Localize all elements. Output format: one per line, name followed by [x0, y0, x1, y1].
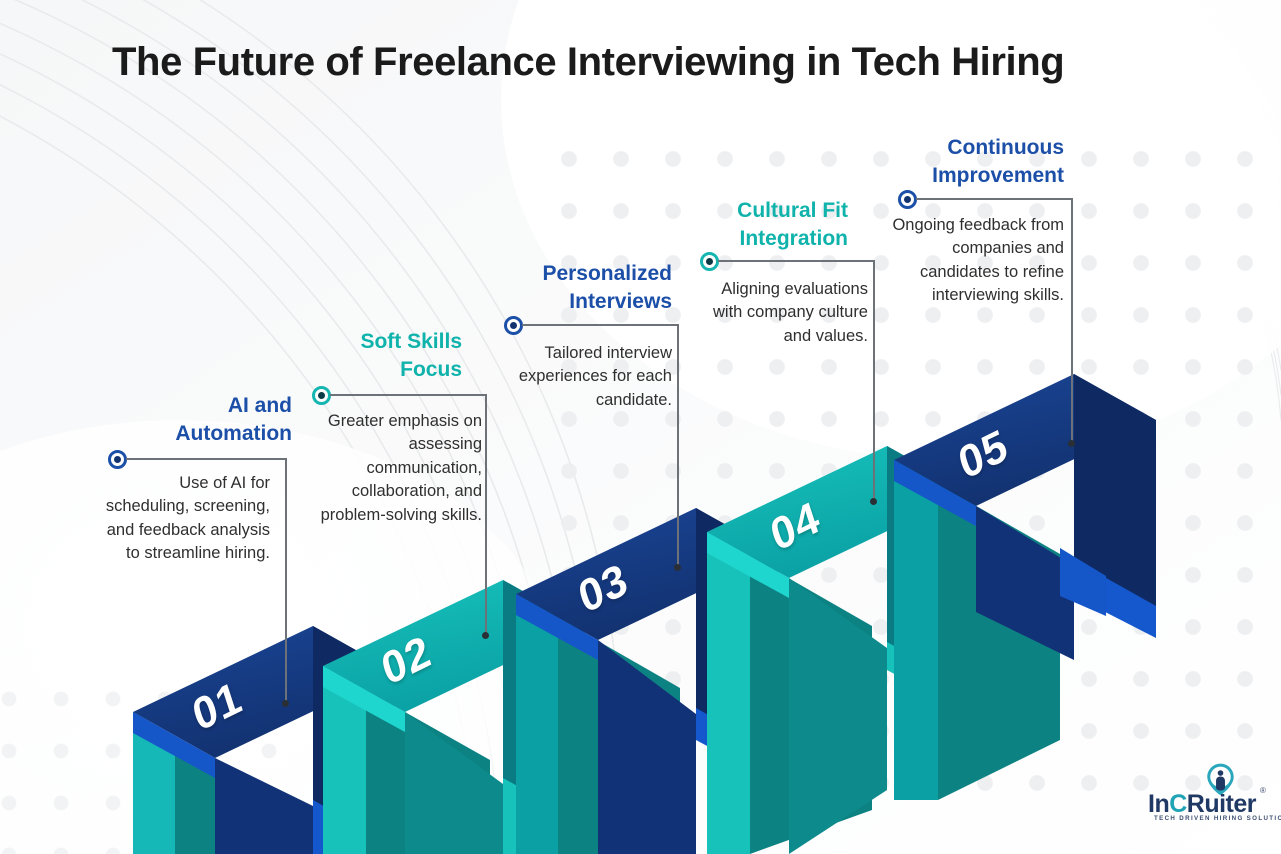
callout-desc-box-05: Ongoing feedback from companies and cand… — [886, 214, 1064, 308]
callout-label-03: Personalized Interviews — [542, 262, 672, 313]
connector-dot-02 — [482, 632, 489, 639]
connector-h-03 — [522, 324, 678, 326]
callout-label-04: Cultural Fit Integration — [737, 199, 848, 250]
logo-word-in: In — [1148, 790, 1170, 818]
logo-word-ruiter: Ruiter — [1186, 790, 1257, 818]
callout-step-03: Personalized Interviews — [490, 260, 672, 315]
callout-description-05: Ongoing feedback from companies and cand… — [892, 216, 1064, 305]
callout-description-04: Aligning evaluations with company cultur… — [713, 280, 868, 345]
callout-step-02: Soft Skills Focus — [300, 328, 462, 383]
callout-desc-box-02: Greater emphasis on assessing communicat… — [306, 410, 482, 527]
connector-v-05 — [1071, 198, 1073, 444]
connector-h-04 — [718, 260, 874, 262]
connector-dot-05 — [1068, 440, 1075, 447]
callout-marker-01[interactable] — [108, 450, 127, 469]
logo-word-c: C — [1169, 790, 1187, 818]
connector-h-02 — [330, 394, 486, 396]
step-block-05 — [894, 374, 1156, 800]
callout-description-01: Use of AI for scheduling, screening, and… — [105, 474, 270, 563]
callout-description-03: Tailored interview experiences for each … — [518, 344, 672, 409]
logo-tagline: TECH DRIVEN HIRING SOLUTION — [1154, 815, 1281, 822]
logo-registered-mark: ® — [1260, 786, 1266, 795]
callout-marker-04[interactable] — [700, 252, 719, 271]
incruiter-logo[interactable]: InCRuiter ® TECH DRIVEN HIRING SOLUTION — [1148, 763, 1281, 828]
callout-desc-box-04: Aligning evaluations with company cultur… — [694, 278, 868, 348]
callout-label-02: Soft Skills Focus — [360, 330, 462, 381]
callout-marker-05[interactable] — [898, 190, 917, 209]
connector-v-01 — [285, 458, 287, 704]
callout-step-05: Continuous Improvement — [880, 134, 1064, 189]
callout-marker-03[interactable] — [504, 316, 523, 335]
callout-description-02: Greater emphasis on assessing communicat… — [320, 412, 482, 524]
callout-desc-box-03: Tailored interview experiences for each … — [496, 342, 672, 412]
callout-label-05: Continuous Improvement — [932, 136, 1064, 187]
connector-h-01 — [126, 458, 286, 460]
callout-step-04: Cultural Fit Integration — [690, 197, 848, 252]
connector-v-04 — [873, 260, 875, 502]
callout-label-01: AI and Automation — [175, 394, 292, 445]
callout-desc-box-01: Use of AI for scheduling, screening, and… — [104, 472, 270, 566]
connector-dot-04 — [870, 498, 877, 505]
connector-v-03 — [677, 324, 679, 568]
connector-dot-03 — [674, 564, 681, 571]
callout-marker-02[interactable] — [312, 386, 331, 405]
connector-dot-01 — [282, 700, 289, 707]
connector-v-02 — [485, 394, 487, 636]
callout-step-01: AI and Automation — [100, 392, 292, 447]
connector-h-05 — [916, 198, 1072, 200]
infographic-canvas: The Future of Freelance Interviewing in … — [0, 0, 1281, 854]
